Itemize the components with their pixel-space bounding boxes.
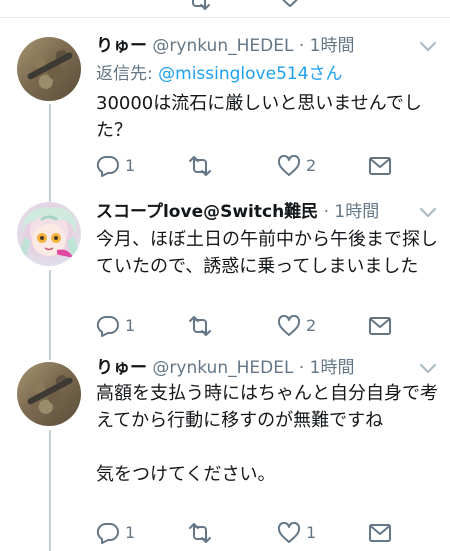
like-icon [277, 155, 301, 176]
like-icon [277, 522, 301, 543]
display-name[interactable]: スコープlove@Switch難民 [96, 202, 318, 222]
retweet-button[interactable] [186, 313, 219, 339]
avatar[interactable] [17, 362, 81, 426]
user-handle[interactable]: @rynkun_HEDEL [152, 358, 293, 378]
reply-button[interactable]: 1 [96, 313, 135, 339]
avatar[interactable] [17, 37, 81, 101]
reply-icon [96, 155, 119, 177]
like-count: 2 [306, 316, 317, 335]
user-handle[interactable]: @rynkun_HEDEL [152, 36, 293, 56]
tweet-text: 今月、ほぼ土日の午前中から午後まで探していたので、誘惑に乗ってしまいました [96, 229, 438, 277]
reply-count: 1 [125, 523, 136, 542]
tweet-header: スコープlove@Switch難民 · 1時間 [96, 200, 438, 224]
reply-count: 1 [125, 156, 136, 175]
thread-connector [49, 270, 51, 360]
previous-tweet-actions [0, 0, 450, 18]
message-icon [369, 524, 391, 542]
reply-count: 1 [125, 316, 136, 335]
chevron-down-icon[interactable] [420, 364, 436, 374]
display-name[interactable]: りゅー [96, 358, 147, 378]
retweet-icon [189, 156, 211, 176]
tweet-actions: 1 2 [96, 313, 436, 339]
like-button[interactable]: 2 [277, 153, 316, 179]
retweet-button[interactable] [186, 520, 219, 546]
message-icon [369, 157, 391, 175]
like-button[interactable]: 2 [277, 313, 316, 339]
tweet-text: 30000は流石に厳しいと思いませんでした？ [96, 93, 422, 141]
tweet-actions: 1 1 [96, 520, 436, 546]
like-button[interactable]: 1 [277, 520, 316, 546]
tweet-header: りゅー @rynkun_HEDEL · 1時間 [96, 34, 438, 58]
reply-icon [96, 522, 119, 544]
reply-button[interactable]: 1 [96, 153, 135, 179]
timestamp[interactable]: · 1時間 [324, 202, 380, 222]
chevron-down-icon[interactable] [420, 208, 436, 218]
like-count: 2 [306, 156, 317, 175]
mention-link[interactable]: @missinglove514さん [158, 64, 342, 84]
chevron-down-icon[interactable] [420, 42, 436, 52]
like-count: 1 [306, 523, 317, 542]
timestamp[interactable]: · 1時間 [299, 358, 355, 378]
message-icon [369, 317, 391, 335]
display-name[interactable]: りゅー [96, 36, 147, 56]
character-avatar-image [21, 207, 78, 264]
avatar[interactable] [17, 202, 81, 266]
divider [0, 17, 450, 18]
timestamp[interactable]: · 1時間 [299, 36, 355, 56]
message-button[interactable] [369, 153, 391, 179]
reply-context: 返信先: @missinglove514さん [96, 62, 343, 86]
message-button[interactable] [369, 520, 391, 546]
message-button[interactable] [369, 313, 391, 339]
reply-icon [96, 315, 119, 337]
tweet-header: りゅー @rynkun_HEDEL · 1時間 [96, 356, 438, 380]
reply-label: 返信先: [96, 64, 159, 84]
retweet-button[interactable] [186, 153, 219, 179]
retweet-icon[interactable] [185, 0, 213, 12]
thread-connector [49, 104, 51, 202]
retweet-icon [189, 523, 211, 543]
tweet-actions: 1 2 [96, 153, 436, 179]
retweet-icon [189, 316, 211, 336]
tweet-text: 高額を支払う時にはちゃんと自分自身で考えてから行動に移すのが無難ですね 気をつけ… [96, 383, 438, 485]
like-icon[interactable] [278, 0, 302, 8]
like-icon [277, 315, 301, 336]
thread-connector [49, 430, 51, 551]
reply-button[interactable]: 1 [96, 520, 135, 546]
